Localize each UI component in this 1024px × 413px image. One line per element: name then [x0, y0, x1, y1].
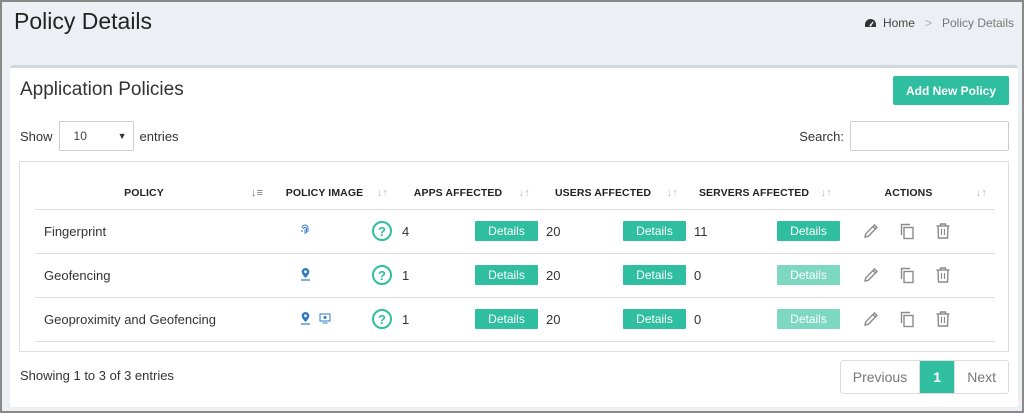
search-label: Search: [799, 128, 844, 144]
pagination-next[interactable]: Next [955, 361, 1008, 393]
table-row: Fingerprint ? 4 Details 20 Details 11 De… [35, 209, 995, 254]
monitor-icon [319, 312, 331, 327]
column-header-actions[interactable]: ACTIONS ↓↑ [840, 177, 995, 210]
box-title: Application Policies [20, 79, 184, 100]
sort-icon: ↓↑ [820, 187, 832, 199]
policy-name-cell: Geoproximity and Geofencing [35, 297, 271, 342]
entries-label: entries [139, 128, 179, 144]
users-affected-count: 20 [546, 267, 561, 283]
actions-cell [840, 209, 995, 254]
breadcrumb-separator: > [924, 16, 932, 30]
apps-affected-cell: 1 Details [396, 297, 538, 342]
search-input[interactable] [850, 121, 1009, 151]
pagination-previous[interactable]: Previous [841, 361, 921, 393]
policy-image-cell: ? [271, 253, 396, 298]
column-header-policy[interactable]: POLICY ↓≡ [35, 177, 271, 210]
application-policies-box: Application Policies Add New Policy Show… [10, 65, 1018, 407]
breadcrumb: Home > Policy Details [864, 16, 1014, 30]
policies-table: POLICY ↓≡ POLICY IMAGE ↓↑ APPS AFFECTED ↓↑ … [35, 177, 995, 342]
sort-icon: ↓↑ [975, 187, 987, 199]
servers-affected-count: 0 [694, 311, 702, 327]
apps-details-button[interactable]: Details [475, 309, 538, 329]
table-info: Showing 1 to 3 of 3 entries [20, 368, 174, 383]
actions-cell [840, 297, 995, 342]
breadcrumb-home-link[interactable]: Home [883, 16, 915, 30]
apps-details-button[interactable]: Details [475, 265, 538, 285]
sort-icon: ↓↑ [376, 187, 388, 199]
users-affected-count: 20 [546, 223, 561, 239]
copy-icon[interactable] [898, 310, 916, 328]
copy-icon[interactable] [898, 222, 916, 240]
policy-image-cell: ? [271, 209, 396, 254]
entries-length-control: Show 10 ▼ entries [20, 121, 179, 151]
copy-icon[interactable] [898, 266, 916, 284]
chevron-down-icon: ▼ [117, 131, 127, 141]
policy-image-icons [300, 224, 310, 239]
servers-details-button[interactable]: Details [777, 265, 840, 285]
edit-pencil-icon[interactable] [862, 266, 880, 284]
sort-desc-icon: ↓≡ [250, 187, 263, 199]
add-new-policy-button[interactable]: Add New Policy [893, 76, 1009, 105]
apps-affected-count: 1 [402, 311, 410, 327]
entries-per-page-value: 10 [73, 129, 87, 143]
window-frame: Policy Details Home > Policy Details App… [0, 0, 1024, 413]
apps-affected-cell: 1 Details [396, 253, 538, 298]
servers-affected-cell: 0 Details [686, 297, 840, 342]
pagination-page-1[interactable]: 1 [920, 361, 956, 393]
policy-image-icons [300, 267, 311, 284]
servers-affected-cell: 11 Details [686, 209, 840, 254]
help-icon[interactable]: ? [372, 309, 392, 329]
table-row: Geoproximity and Geofencing ? 1 Details … [35, 297, 995, 342]
help-icon[interactable]: ? [372, 265, 392, 285]
dashboard-icon [864, 18, 877, 29]
trash-icon[interactable] [934, 266, 952, 284]
servers-details-button[interactable]: Details [777, 309, 840, 329]
policies-table-container: POLICY ↓≡ POLICY IMAGE ↓↑ APPS AFFECTED ↓↑ … [19, 161, 1009, 352]
table-row: Geofencing ? 1 Details 20 Details 0 Deta… [35, 253, 995, 298]
breadcrumb-current: Policy Details [941, 16, 1014, 30]
actions-cell [840, 253, 995, 298]
location-pin-icon [300, 311, 311, 328]
apps-details-button[interactable]: Details [475, 221, 538, 241]
users-affected-cell: 20 Details [538, 253, 686, 298]
servers-details-button[interactable]: Details [777, 221, 840, 241]
table-header-row: POLICY ↓≡ POLICY IMAGE ↓↑ APPS AFFECTED ↓↑ … [35, 177, 995, 210]
sort-icon: ↓↑ [666, 187, 678, 199]
sort-icon: ↓↑ [518, 187, 530, 199]
column-header-users-affected[interactable]: USERS AFFECTED ↓↑ [538, 177, 686, 210]
apps-affected-count: 1 [402, 267, 410, 283]
column-header-policy-image[interactable]: POLICY IMAGE ↓↑ [271, 177, 396, 210]
trash-icon[interactable] [934, 310, 952, 328]
users-details-button[interactable]: Details [623, 221, 686, 241]
apps-affected-count: 4 [402, 223, 410, 239]
policy-image-cell: ? [271, 297, 396, 342]
policy-name-cell: Geofencing [35, 253, 271, 298]
page-header: Policy Details Home > Policy Details [14, 8, 1014, 44]
location-pin-icon [300, 267, 311, 284]
pagination: Previous 1 Next [839, 360, 1009, 394]
servers-affected-count: 0 [694, 267, 702, 283]
entries-per-page-select[interactable]: 10 ▼ [58, 121, 134, 151]
users-affected-cell: 20 Details [538, 297, 686, 342]
column-header-apps-affected[interactable]: APPS AFFECTED ↓↑ [396, 177, 538, 210]
edit-pencil-icon[interactable] [862, 222, 880, 240]
users-details-button[interactable]: Details [623, 265, 686, 285]
apps-affected-cell: 4 Details [396, 209, 538, 254]
policy-image-icons [300, 311, 331, 328]
edit-pencil-icon[interactable] [862, 310, 880, 328]
trash-icon[interactable] [934, 222, 952, 240]
servers-affected-count: 11 [694, 223, 708, 239]
servers-affected-cell: 0 Details [686, 253, 840, 298]
show-label: Show [20, 128, 53, 144]
search-control: Search: [799, 121, 1009, 151]
column-header-servers-affected[interactable]: SERVERS AFFECTED ↓↑ [686, 177, 840, 210]
help-icon[interactable]: ? [372, 221, 392, 241]
users-details-button[interactable]: Details [623, 309, 686, 329]
fingerprint-icon [300, 224, 310, 239]
users-affected-cell: 20 Details [538, 209, 686, 254]
users-affected-count: 20 [546, 311, 561, 327]
policy-name-cell: Fingerprint [35, 209, 271, 254]
